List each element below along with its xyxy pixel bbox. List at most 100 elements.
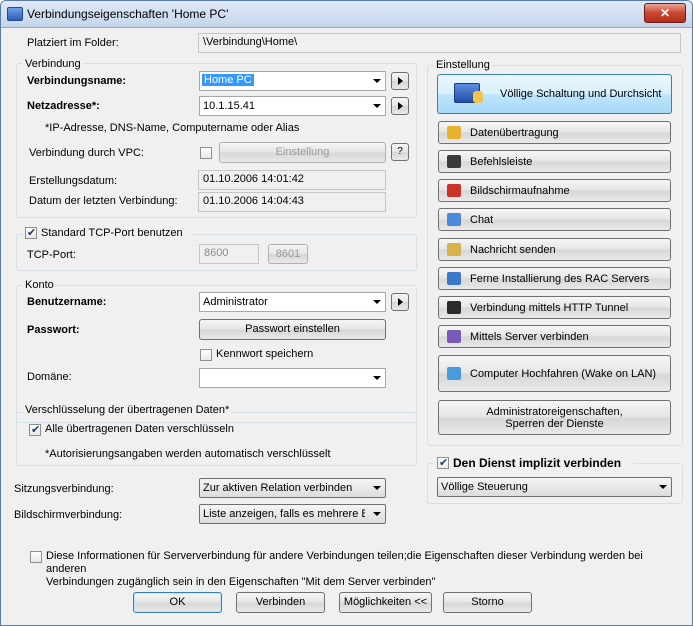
share-info-checkbox[interactable] [30, 551, 42, 563]
set-password-button[interactable]: Passwort einstellen [199, 319, 386, 340]
encrypt-all-label: Alle übertragenen Daten verschlüsseln [45, 423, 234, 435]
encryption-group-title: Verschlüsselung der übertragenen Daten* [23, 404, 232, 416]
wake-on-lan-label: Computer Hochfahren (Wake on LAN) [470, 368, 657, 380]
address-label: Netzadresse*: [27, 100, 100, 112]
http-tunnel-button[interactable]: Verbindung mittels HTTP Tunnel [438, 296, 671, 319]
remote-install-label: Ferne Installierung des RAC Servers [470, 273, 650, 285]
username-label: Benutzername: [27, 296, 107, 308]
username-more-button[interactable] [391, 293, 409, 311]
ok-button[interactable]: OK [133, 592, 222, 613]
address-more-button[interactable] [391, 97, 409, 115]
http-tunnel-label: Verbindung mittels HTTP Tunnel [470, 302, 629, 314]
via-server-label: Mittels Server verbinden [470, 331, 589, 343]
tunnel-icon [447, 301, 461, 314]
send-message-button[interactable]: Nachricht senden [438, 238, 671, 261]
encrypt-all-checkbox[interactable] [29, 423, 41, 436]
close-button[interactable]: ✕ [644, 3, 686, 23]
implicit-connect-checkbox[interactable] [437, 456, 449, 469]
install-icon [447, 272, 461, 285]
chevron-down-icon [373, 376, 381, 380]
chevron-down-icon [373, 300, 381, 304]
connection-name-combo[interactable]: Home PC [199, 71, 386, 91]
dialog-window: Verbindungseigenschaften 'Home PC' ✕ Pla… [0, 0, 693, 626]
tcp-port-field[interactable]: 8600 [199, 244, 259, 264]
console-icon [447, 155, 461, 168]
cancel-button[interactable]: Storno [443, 592, 532, 613]
arrow-right-icon [397, 298, 403, 306]
vpc-settings-button[interactable]: Einstellung [219, 142, 386, 163]
share-info-line2: Verbindungen zugänglich sein in den Eige… [46, 576, 436, 588]
chevron-down-icon [373, 486, 381, 490]
options-button[interactable]: Möglichkeiten << [339, 592, 432, 613]
password-label: Passwort: [27, 324, 80, 336]
address-note: *IP-Adresse, DNS-Name, Computername oder… [45, 122, 300, 134]
folder-label: Platziert im Folder: [27, 37, 119, 49]
domain-label: Domäne: [27, 371, 72, 383]
remote-install-button[interactable]: Ferne Installierung des RAC Servers [438, 267, 671, 290]
arrow-right-icon [397, 77, 403, 85]
send-message-label: Nachricht senden [470, 244, 556, 256]
dialog-body: Platziert im Folder: \Verbindung\Home\ V… [1, 28, 692, 625]
tcp-standard-checkbox[interactable] [25, 226, 37, 239]
chevron-down-icon [659, 485, 667, 489]
command-line-button[interactable]: Befehlsleiste [438, 150, 671, 173]
admin-properties-button[interactable]: Administratoreigenschaften, Sperren der … [438, 400, 671, 435]
chat-icon [447, 213, 461, 226]
vpc-help-button[interactable]: ? [391, 143, 409, 161]
arrow-right-icon [397, 102, 403, 110]
last-connection-label: Datum der letzten Verbindung: [29, 195, 178, 207]
chat-button[interactable]: Chat [438, 208, 671, 231]
encryption-note: *Autorisierungsangaben werden automatisc… [45, 448, 331, 460]
via-server-button[interactable]: Mittels Server verbinden [438, 325, 671, 348]
save-password-checkbox[interactable] [200, 349, 212, 361]
implicit-connect-label: Den Dienst implizit verbinden [453, 456, 622, 470]
full-control-button[interactable]: Völlige Schaltung und Durchsicht [437, 74, 672, 114]
vpc-checkbox[interactable] [200, 147, 212, 159]
data-transfer-label: Datenübertragung [470, 127, 559, 139]
screen-label: Bildschirmverbindung: [14, 509, 123, 521]
chat-label: Chat [470, 214, 494, 226]
connect-button[interactable]: Verbinden [236, 592, 325, 613]
verbindung-group-title: Verbindung [23, 58, 83, 70]
address-value: 10.1.15.41 [203, 100, 255, 112]
title-bar[interactable]: Verbindungseigenschaften 'Home PC' ✕ [1, 1, 692, 28]
username-combo[interactable]: Administrator [199, 292, 386, 312]
server-icon [447, 330, 461, 343]
window-title: Verbindungseigenschaften 'Home PC' [27, 7, 229, 21]
tcp-port-field-2[interactable]: 8601 [268, 244, 308, 264]
chevron-down-icon [373, 104, 381, 108]
address-combo[interactable]: 10.1.15.41 [199, 96, 386, 116]
folder-transfer-icon [447, 126, 461, 139]
screen-record-button[interactable]: Bildschirmaufnahme [438, 179, 671, 202]
record-icon [447, 184, 461, 197]
chevron-down-icon [373, 512, 381, 516]
name-more-button[interactable] [391, 72, 409, 90]
tcp-group-header: Standard TCP-Port benutzen [23, 226, 193, 240]
admin-properties-line2: Sperren der Dienste [505, 418, 604, 430]
chevron-down-icon [373, 79, 381, 83]
message-icon [447, 243, 461, 256]
konto-group-title: Konto [23, 279, 56, 291]
last-connection-field: 01.10.2006 14:04:43 [198, 192, 386, 212]
wake-on-lan-button[interactable]: Computer Hochfahren (Wake on LAN) [438, 355, 671, 392]
folder-field: \Verbindung\Home\ [198, 33, 681, 53]
session-combo[interactable]: Zur aktiven Relation verbinden [199, 478, 386, 498]
connection-name-value: Home PC [202, 74, 254, 86]
tcp-port-label: TCP-Port: [27, 249, 76, 261]
connection-name-label: Verbindungsname: [27, 75, 127, 87]
created-label: Erstellungsdatum: [29, 175, 118, 187]
screen-combo[interactable]: Liste anzeigen, falls es mehrere Bildsch… [199, 504, 386, 524]
vpc-label: Verbindung durch VPC: [29, 147, 144, 159]
app-icon [7, 7, 23, 21]
domain-combo[interactable] [199, 368, 386, 388]
hand-icon [473, 91, 483, 103]
implicit-mode-combo[interactable]: Völlige Steuerung [437, 477, 672, 497]
data-transfer-button[interactable]: Datenübertragung [438, 121, 671, 144]
wake-icon [447, 367, 461, 380]
save-password-label: Kennwort speichern [216, 348, 314, 360]
created-field: 01.10.2006 14:01:42 [198, 170, 386, 190]
share-info-text: Diese Informationen für Serververbindung… [46, 550, 686, 589]
implicit-mode-value: Völlige Steuerung [441, 481, 528, 493]
session-value: Zur aktiven Relation verbinden [203, 482, 353, 494]
username-value: Administrator [203, 296, 268, 308]
